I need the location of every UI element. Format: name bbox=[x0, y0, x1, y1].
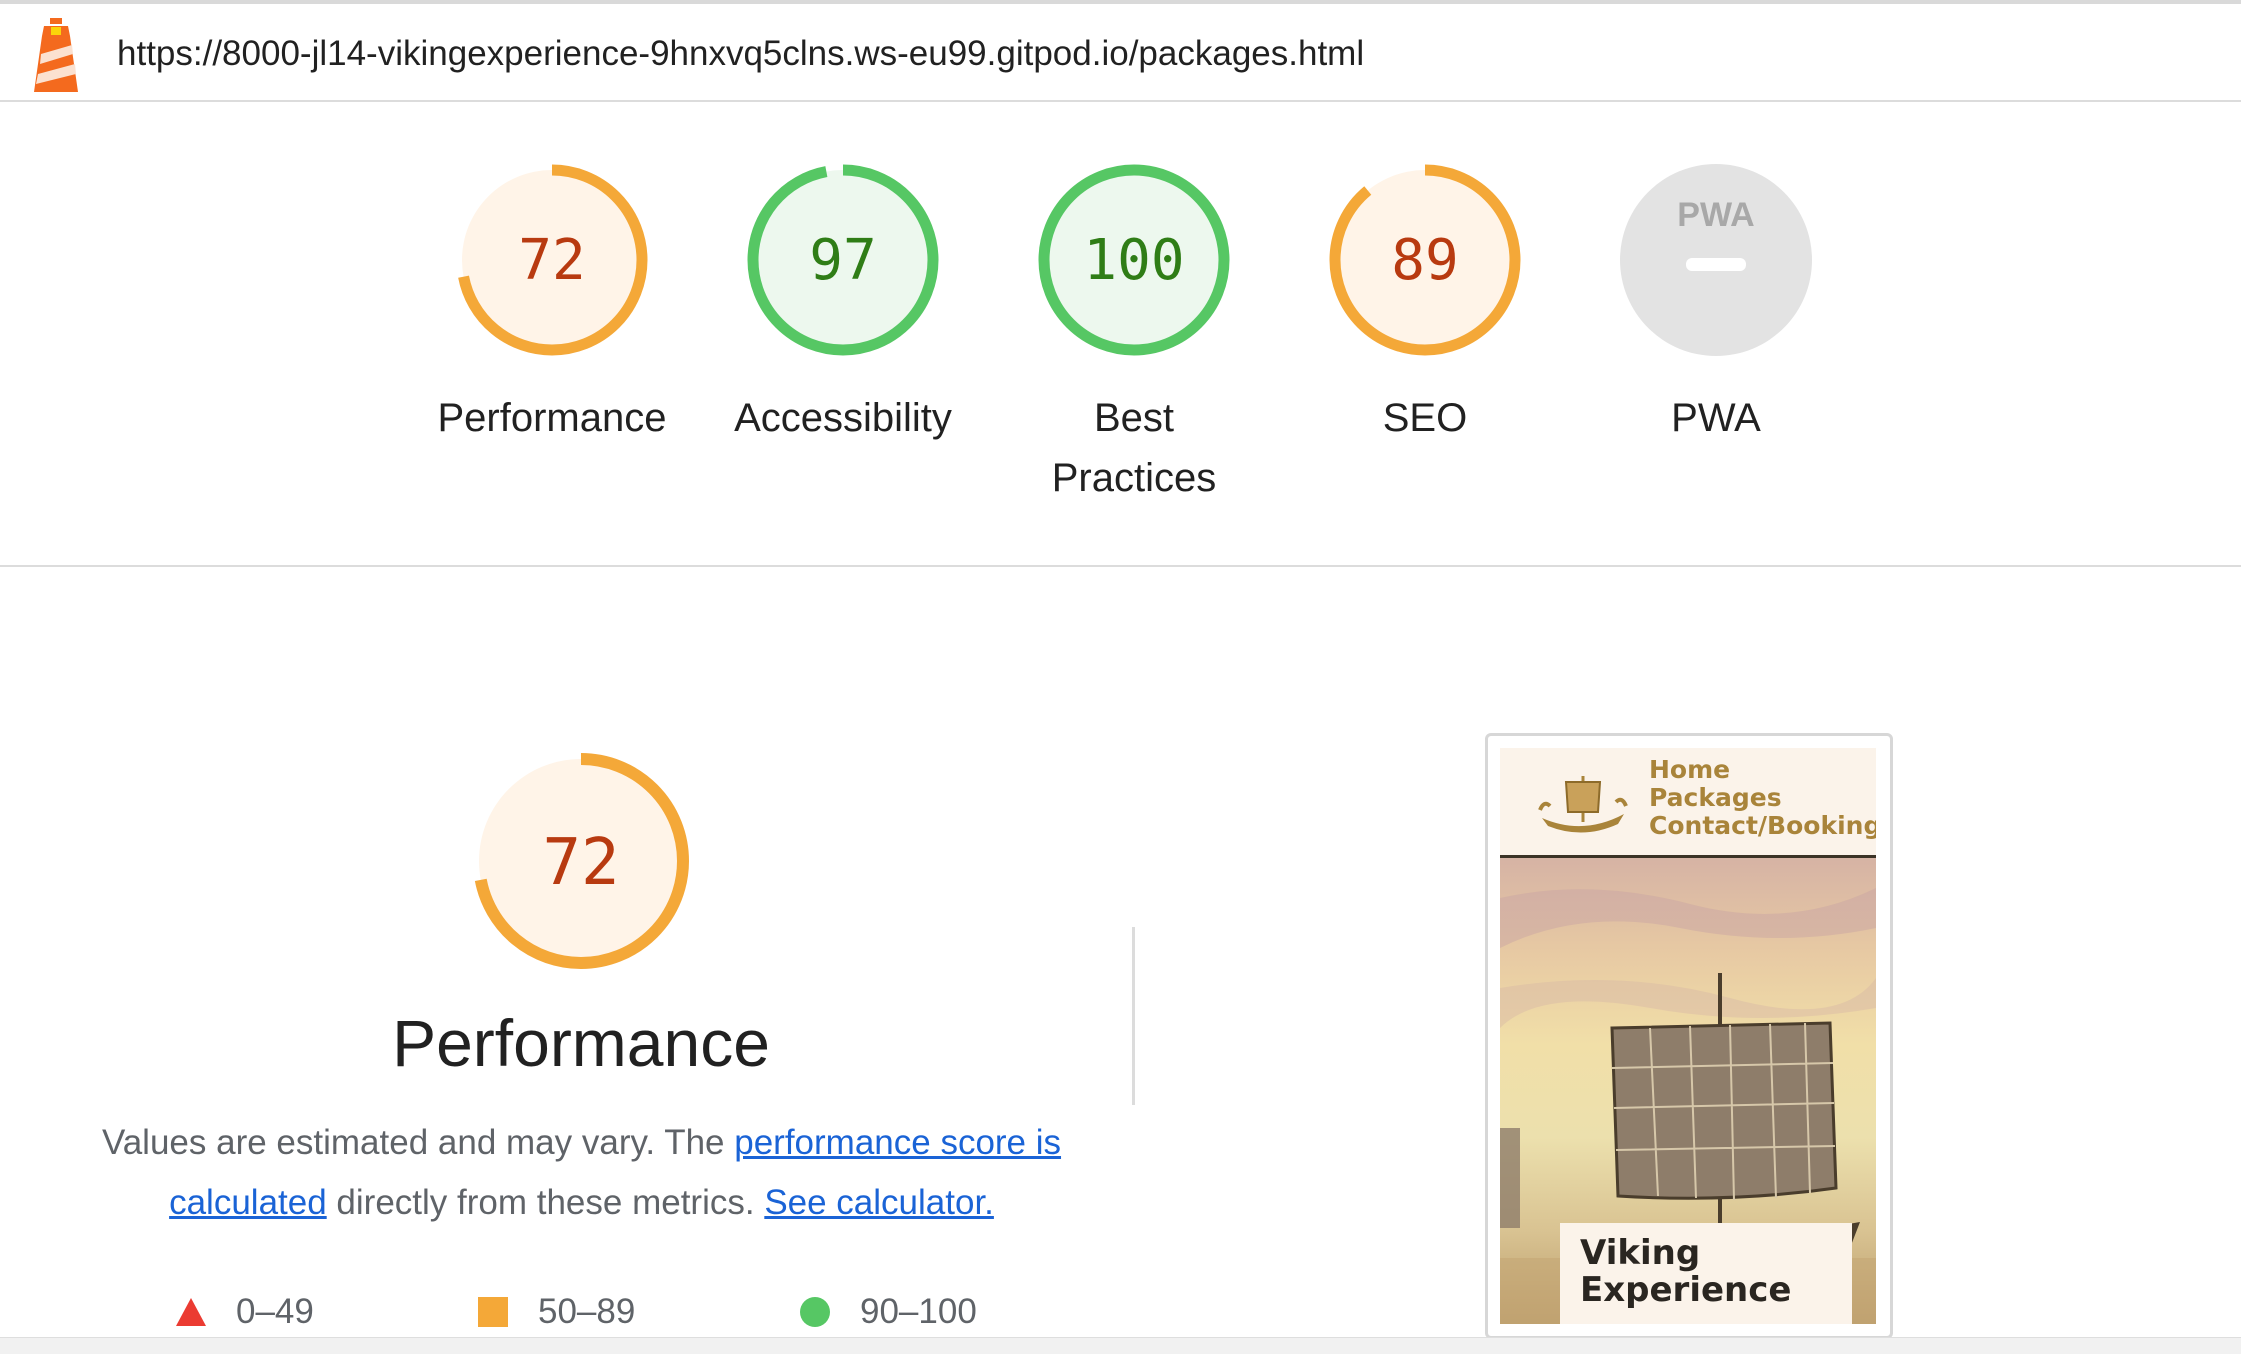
pwa-dash-icon bbox=[1686, 258, 1746, 271]
screenshot-nav-contact: Contact/Booking bbox=[1649, 811, 1876, 840]
final-screenshot[interactable]: Home Packages Contact/Booking Viking Exp… bbox=[1485, 733, 1893, 1339]
performance-section: 72 Performance Values are estimated and … bbox=[0, 567, 2241, 1339]
report-url-bar: https://8000-jl14-vikingexperience-9hnxv… bbox=[0, 4, 2241, 102]
gauge-accessibility[interactable]: 97 Accessibility bbox=[713, 160, 973, 448]
lighthouse-icon bbox=[34, 18, 78, 92]
screenshot-hero-card: Viking Experience bbox=[1560, 1223, 1852, 1324]
see-calculator-link[interactable]: See calculator. bbox=[764, 1183, 994, 1222]
pwa-badge-icon: PWA bbox=[1677, 196, 1754, 234]
screenshot-nav-home: Home bbox=[1649, 755, 1731, 784]
gauge-performance-label: Performance bbox=[437, 396, 667, 440]
legend-fail: 0–49 bbox=[176, 1287, 314, 1337]
gauge-performance[interactable]: 72 Performance bbox=[422, 160, 682, 448]
category-gauges: 72 Performance 97 Accessibility 100 Best… bbox=[0, 100, 2241, 567]
horizontal-scrollbar[interactable] bbox=[0, 1337, 2241, 1354]
gauge-seo[interactable]: 89 SEO bbox=[1295, 160, 1555, 448]
triangle-icon bbox=[176, 1298, 206, 1326]
gauge-pwa-label: PWA bbox=[1671, 396, 1761, 440]
gauge-seo-label: SEO bbox=[1382, 396, 1468, 440]
performance-description: Values are estimated and may vary. The p… bbox=[90, 1113, 1073, 1233]
screenshot-nav-links: Home Packages Contact/Booking bbox=[1649, 756, 1876, 840]
gauge-pwa-ring: PWA bbox=[1620, 164, 1812, 356]
square-icon bbox=[478, 1297, 508, 1327]
legend-fail-range: 0–49 bbox=[236, 1292, 314, 1331]
gauge-performance-ring: 72 bbox=[456, 164, 648, 356]
performance-big-score: 72 bbox=[542, 826, 619, 900]
gauge-accessibility-score: 97 bbox=[809, 228, 876, 293]
performance-desc-middle: directly from these metrics. bbox=[326, 1183, 765, 1222]
screenshot-hero-image: Viking Experience bbox=[1500, 858, 1876, 1324]
performance-big-gauge: 72 bbox=[473, 753, 689, 969]
legend-average-range: 50–89 bbox=[538, 1292, 636, 1331]
gauge-best-practices-label: Best Practices bbox=[1051, 396, 1217, 500]
performance-title: Performance bbox=[392, 1006, 770, 1080]
page-screenshot: Home Packages Contact/Booking Viking Exp… bbox=[1500, 748, 1876, 1324]
gauge-seo-ring: 89 bbox=[1329, 164, 1521, 356]
gauge-seo-score: 89 bbox=[1391, 228, 1458, 293]
report-url: https://8000-jl14-vikingexperience-9hnxv… bbox=[117, 34, 1365, 73]
gauge-best-practices-ring: 100 bbox=[1038, 164, 1230, 356]
performance-desc-prefix: Values are estimated and may vary. The bbox=[101, 1123, 735, 1162]
screenshot-hero-title: Viking Experience bbox=[1580, 1233, 1792, 1310]
gauge-pwa[interactable]: PWA PWA bbox=[1586, 160, 1846, 448]
section-divider bbox=[1132, 927, 1135, 1105]
gauge-best-practices[interactable]: 100 Best Practices bbox=[1004, 160, 1264, 508]
gauge-best-practices-score: 100 bbox=[1083, 228, 1184, 293]
legend-average: 50–89 bbox=[478, 1287, 635, 1337]
gauge-accessibility-label: Accessibility bbox=[734, 396, 952, 440]
screenshot-nav: Home Packages Contact/Booking bbox=[1500, 748, 1876, 858]
gauge-accessibility-ring: 97 bbox=[747, 164, 939, 356]
screenshot-nav-packages: Packages bbox=[1649, 783, 1782, 812]
viking-ship-logo-icon bbox=[1538, 776, 1628, 833]
legend-pass-range: 90–100 bbox=[860, 1292, 977, 1331]
gauge-performance-score: 72 bbox=[518, 228, 585, 293]
legend-pass: 90–100 bbox=[800, 1287, 977, 1337]
circle-icon bbox=[800, 1297, 830, 1327]
